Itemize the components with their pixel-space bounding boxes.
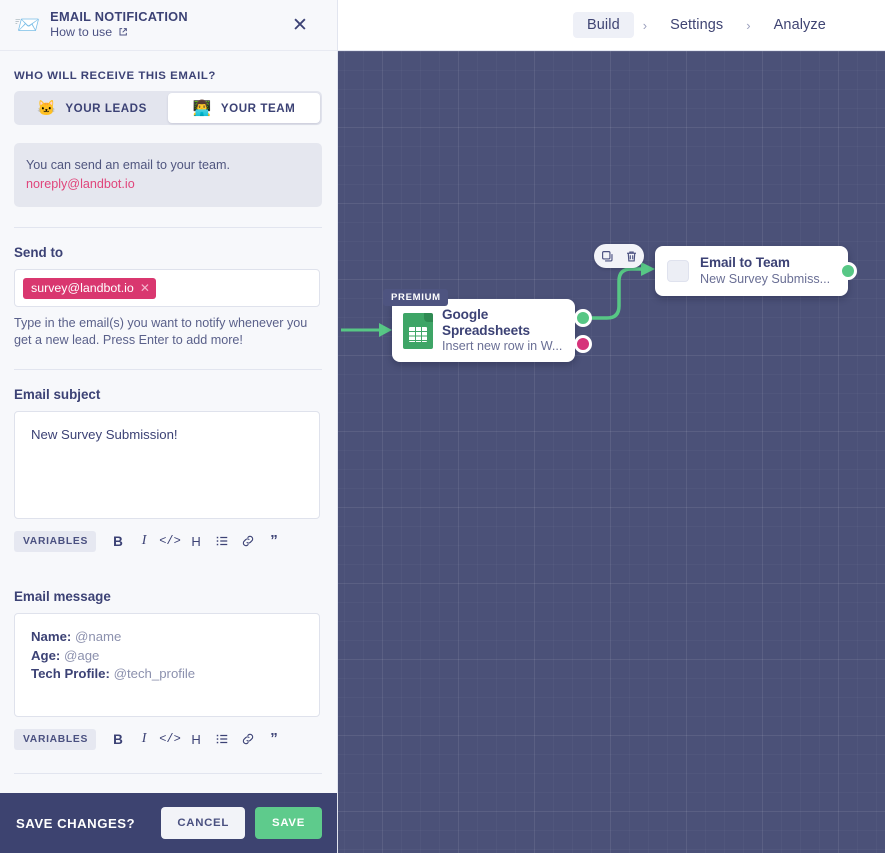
info-box: You can send an email to your team. nore… [14, 143, 322, 207]
message-line: Name: @name [31, 628, 303, 647]
recipient-type-toggle[interactable]: 🐱 YOUR LEADS 👨‍💻 YOUR TEAM [14, 91, 322, 125]
tab-your-team[interactable]: 👨‍💻 YOUR TEAM [168, 93, 320, 123]
google-sheets-icon [403, 313, 433, 349]
flow-node-email-to-team[interactable]: Email to Team New Survey Submiss... [655, 246, 848, 296]
panel-title: EMAIL NOTIFICATION [50, 9, 277, 24]
code-icon[interactable]: </> [157, 529, 183, 553]
send-to-help-text: Type in the email(s) you want to notify … [14, 315, 322, 349]
duplicate-icon[interactable] [597, 246, 617, 266]
tab-label: YOUR TEAM [221, 102, 296, 115]
tab-your-leads[interactable]: 🐱 YOUR LEADS [16, 93, 168, 123]
email-subject-toolbar[interactable]: VARIABLES B I </> H [14, 529, 322, 553]
trash-icon[interactable] [621, 246, 641, 266]
bold-icon[interactable]: B [105, 727, 131, 751]
save-button[interactable]: SAVE [255, 807, 322, 839]
node-port-success[interactable] [839, 262, 857, 280]
email-subject-label: Email subject [14, 387, 324, 402]
email-notification-panel: 📨 EMAIL NOTIFICATION How to use ✕ [0, 0, 338, 853]
blockquote-icon[interactable]: ” [261, 727, 287, 751]
italic-icon[interactable]: I [131, 529, 157, 553]
breadcrumb-item-settings[interactable]: Settings [656, 12, 737, 38]
variables-button[interactable]: VARIABLES [14, 531, 96, 552]
info-text: You can send an email to your team. [26, 157, 310, 174]
node-title: Email to Team [700, 255, 830, 271]
app-root: PREMIUM Google Spreadsheets Insert new r… [0, 0, 885, 853]
info-sender-email: noreply@landbot.io [26, 176, 310, 193]
message-line: Age: @age [31, 647, 303, 666]
message-line-variable: @age [64, 648, 99, 663]
send-to-input[interactable]: survey@landbot.io ✕ [14, 269, 320, 307]
email-message-label: Email message [14, 589, 324, 604]
technologist-icon: 👨‍💻 [193, 101, 212, 116]
heading-icon[interactable]: H [183, 727, 209, 751]
email-node-placeholder-icon [667, 260, 689, 282]
incoming-envelope-icon: 📨 [14, 15, 40, 36]
how-to-use-label: How to use [50, 25, 112, 39]
tab-label: YOUR LEADS [65, 102, 147, 115]
italic-icon[interactable]: I [131, 727, 157, 751]
recipients-section-label: WHO WILL RECEIVE THIS EMAIL? [14, 70, 324, 82]
message-line: Tech Profile: @tech_profile [31, 665, 303, 684]
send-to-label: Send to [14, 245, 324, 260]
bullet-list-icon[interactable] [209, 529, 235, 553]
premium-badge: PREMIUM [383, 289, 448, 306]
how-to-use-link[interactable]: How to use [50, 25, 277, 41]
email-message-editor[interactable]: Name: @name Age: @age Tech Profile: @tec… [14, 613, 320, 717]
email-chip-label: survey@landbot.io [31, 281, 134, 295]
breadcrumb-item-analyze[interactable]: Analyze [760, 12, 840, 38]
code-icon[interactable]: </> [157, 727, 183, 751]
node-port-success[interactable] [574, 309, 592, 327]
external-link-icon [118, 27, 128, 39]
link-icon[interactable] [235, 529, 261, 553]
cancel-button[interactable]: CANCEL [161, 807, 245, 839]
section-divider [14, 773, 322, 774]
close-icon[interactable]: ✕ [140, 282, 150, 294]
message-line-variable: @tech_profile [114, 666, 196, 681]
message-line-variable: @name [75, 629, 121, 644]
message-line-label: Name: [31, 629, 71, 644]
panel-body: WHO WILL RECEIVE THIS EMAIL? 🐱 YOUR LEAD… [0, 52, 338, 793]
blockquote-icon[interactable]: ” [261, 529, 287, 553]
bullet-list-icon[interactable] [209, 727, 235, 751]
node-port-error[interactable] [574, 335, 592, 353]
breadcrumb: Build › Settings › Analyze [573, 11, 840, 39]
node-action-toolbar[interactable] [594, 244, 644, 268]
email-chip[interactable]: survey@landbot.io ✕ [23, 278, 156, 299]
section-divider [14, 227, 322, 228]
email-subject-value: New Survey Submission! [31, 426, 303, 445]
message-line-label: Age: [31, 648, 60, 663]
variables-button[interactable]: VARIABLES [14, 729, 96, 750]
flow-node-google-spreadsheets[interactable]: Google Spreadsheets Insert new row in W.… [392, 299, 575, 362]
save-changes-prompt: SAVE CHANGES? [16, 816, 161, 831]
save-changes-bar: SAVE CHANGES? CANCEL SAVE [0, 793, 338, 853]
link-icon[interactable] [235, 727, 261, 751]
node-subtitle: New Survey Submiss... [700, 272, 830, 287]
node-subtitle: Insert new row in W... [442, 339, 565, 354]
email-message-toolbar[interactable]: VARIABLES B I </> H [14, 727, 322, 751]
close-icon[interactable]: ✕ [287, 12, 313, 38]
section-divider [14, 369, 322, 370]
node-title: Google Spreadsheets [442, 307, 565, 338]
breadcrumb-item-build[interactable]: Build [573, 12, 634, 38]
lead-face-icon: 🐱 [37, 101, 56, 116]
panel-header: 📨 EMAIL NOTIFICATION How to use ✕ [0, 0, 337, 51]
email-subject-editor[interactable]: New Survey Submission! [14, 411, 320, 519]
message-line-label: Tech Profile: [31, 666, 110, 681]
bold-icon[interactable]: B [105, 529, 131, 553]
breadcrumb-separator: › [634, 18, 656, 33]
heading-icon[interactable]: H [183, 529, 209, 553]
breadcrumb-separator: › [737, 18, 759, 33]
